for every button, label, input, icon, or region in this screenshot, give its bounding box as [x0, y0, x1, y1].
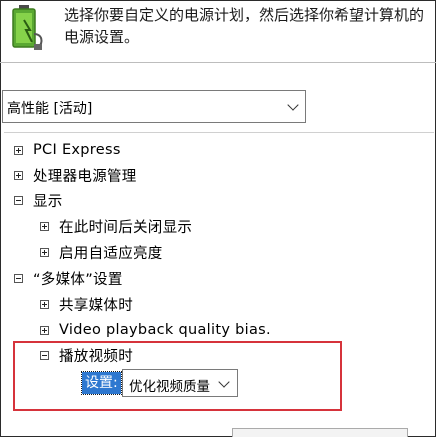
tree-item-multimedia[interactable]: “多媒体”设置 — [14, 266, 123, 290]
chevron-down-icon — [287, 99, 299, 111]
power-plan-dropdown[interactable]: 高性能 [活动] — [2, 90, 306, 123]
tree-item-label: Video playback quality bias. — [59, 322, 271, 338]
tree-item-label: 播放视频时 — [59, 348, 133, 365]
expand-icon[interactable] — [14, 145, 23, 155]
expand-icon[interactable] — [40, 247, 49, 257]
tree-item-pci-express[interactable]: PCI Express — [14, 138, 121, 162]
chevron-down-icon — [218, 376, 230, 388]
plan-description: 选择你要自定义的电源计划，然后选择你希望计算机的电源设置。 — [64, 6, 425, 46]
collapse-icon[interactable] — [40, 350, 49, 360]
tree-item-video-quality-bias[interactable]: Video playback quality bias. — [40, 318, 271, 342]
collapse-icon[interactable] — [14, 195, 23, 205]
tree-item-label: PCI Express — [33, 142, 121, 158]
battery-power-icon — [12, 5, 43, 50]
tree-item-processor[interactable]: 处理器电源管理 — [14, 163, 137, 187]
expand-icon[interactable] — [40, 221, 49, 231]
tree-item-label: 启用自适应亮度 — [59, 245, 163, 262]
setting-dropdown[interactable]: 优化视频质量 — [122, 369, 238, 397]
tree-item-label: “多媒体”设置 — [33, 271, 123, 288]
power-plan-value: 高性能 [活动] — [7, 101, 93, 117]
tree-item-label: 共享媒体时 — [59, 297, 133, 314]
tree-item-label: 处理器电源管理 — [33, 168, 137, 185]
setting-value: 优化视频质量 — [129, 379, 210, 395]
divider — [0, 62, 436, 63]
expand-icon[interactable] — [14, 170, 23, 180]
tree-item-display[interactable]: 显示 — [14, 188, 63, 212]
tree-item-label: 显示 — [33, 193, 63, 210]
expand-icon[interactable] — [40, 299, 49, 309]
tree-item-adaptive-brightness[interactable]: 启用自适应亮度 — [40, 240, 163, 264]
setting-label[interactable]: 设置: — [81, 371, 122, 395]
tree-item-playing-video[interactable]: 播放视频时 — [40, 343, 133, 367]
tree-item-display-off[interactable]: 在此时间后关闭显示 — [40, 214, 192, 238]
collapse-icon[interactable] — [14, 273, 23, 283]
dialog-button-edge — [232, 428, 408, 437]
tree-item-label: 在此时间后关闭显示 — [59, 219, 193, 236]
tree-item-sharing-media[interactable]: 共享媒体时 — [40, 292, 133, 316]
expand-icon[interactable] — [40, 325, 49, 335]
